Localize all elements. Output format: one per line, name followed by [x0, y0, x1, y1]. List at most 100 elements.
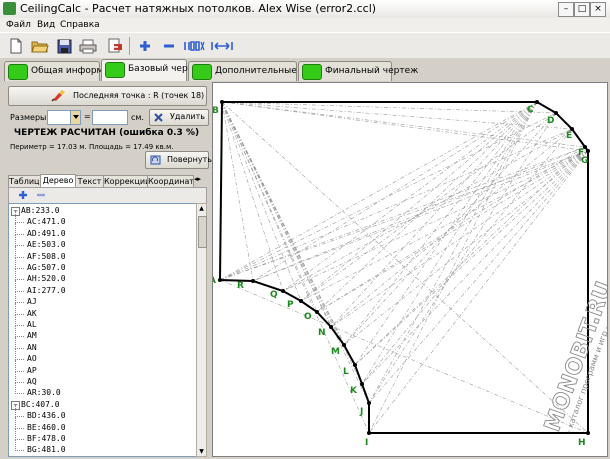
zoom-in-button[interactable] — [136, 37, 154, 55]
tree-item-label: AF:508.0 — [27, 251, 66, 261]
watermark: MONOBIT.RU- каталог программ и игр - — [540, 278, 610, 435]
menu-file[interactable]: Файл — [6, 20, 31, 30]
tab-base-drawing[interactable]: Базовый чертеж — [101, 59, 207, 81]
construction-line — [282, 150, 589, 292]
tree-item-label: AQ — [27, 377, 37, 386]
construction-line — [316, 146, 586, 313]
vertex-marker — [586, 431, 590, 435]
app-icon — [3, 2, 16, 15]
perimeter-area: Периметр = 17.03 м. Площадь = 17.49 кв.м… — [10, 143, 174, 151]
tab-status-indicator — [192, 64, 212, 80]
ceiling-drawing[interactable]: ABCDEFGHIJKLMNOPQRMONOBIT.RU- каталог пр… — [209, 83, 610, 456]
subtab-coordinates[interactable]: Координаты — [147, 175, 194, 187]
tree-item-label: BC:407.0 — [21, 399, 60, 409]
window-title: CeilingCalc - Расчет натяжных потолков. … — [20, 2, 377, 15]
tab-general-info[interactable]: Общая информация — [4, 61, 126, 81]
construction-line — [219, 112, 557, 281]
new-file-button[interactable] — [7, 37, 25, 55]
tree-item-label: AO — [27, 354, 37, 364]
close-button[interactable]: × — [590, 2, 606, 17]
export-button[interactable] — [106, 37, 124, 55]
drawing-canvas[interactable]: ABCDEFGHIJKLMNOPQRMONOBIT.RU- каталог пр… — [209, 82, 610, 457]
open-folder-icon — [31, 41, 49, 53]
construction-line — [221, 101, 370, 434]
tree-connector — [15, 268, 24, 281]
tree-connector — [15, 382, 24, 395]
tree-item-label: AM — [27, 331, 37, 341]
unit-label: см. — [131, 113, 144, 122]
sizes-label: Размеры — [10, 113, 47, 122]
tree-item-label: AC:471.0 — [27, 217, 66, 227]
scroll-down-arrow[interactable]: ▼ — [197, 447, 206, 456]
maximize-button[interactable]: □ — [574, 2, 590, 17]
delete-icon — [154, 113, 163, 122]
tree-connector — [15, 348, 24, 361]
construction-line — [330, 101, 538, 328]
vertex-marker — [251, 279, 255, 283]
construction-line — [368, 101, 538, 434]
subtab-corrections[interactable]: Коррекции — [103, 175, 150, 187]
construction-line — [221, 101, 254, 282]
last-point-button[interactable]: Последняя точка : R (точек 18) — [8, 86, 207, 106]
tree-item-label: AL — [27, 320, 37, 329]
add-icon[interactable] — [18, 190, 28, 200]
save-button[interactable] — [55, 37, 73, 55]
delete-button[interactable]: Удалить — [149, 109, 209, 126]
tree-connector — [15, 211, 24, 224]
vertex-label: H — [578, 438, 586, 448]
construction-line — [343, 150, 589, 346]
remove-icon[interactable] — [36, 190, 46, 200]
tab-additional-shapes[interactable]: Дополнительные формы — [188, 61, 332, 81]
subtab-tree[interactable]: Дерево — [40, 174, 76, 187]
tree-item-label: BE:460.0 — [27, 422, 66, 432]
vertex-label: Q — [270, 290, 278, 300]
fit-width-button[interactable] — [210, 37, 234, 55]
print-icon — [79, 39, 97, 53]
subtab-table[interactable]: Таблица — [8, 175, 44, 187]
zoom-out-button[interactable] — [160, 37, 178, 55]
tree-connector — [15, 234, 24, 247]
tree-connector — [15, 405, 24, 418]
construction-line — [221, 101, 302, 302]
chevron-down-icon[interactable] — [70, 111, 80, 124]
brush-icon — [51, 90, 65, 102]
tree-connector — [15, 291, 24, 304]
scroll-up-arrow[interactable]: ▲ — [197, 204, 206, 213]
tree-connector — [15, 325, 24, 338]
subtab-scroll-arrows[interactable]: ◂▸ — [194, 175, 208, 186]
menu-help[interactable]: Справка — [60, 20, 100, 30]
subtab-text[interactable]: Текст — [75, 175, 104, 187]
tree-connector — [15, 257, 24, 269]
vertex-marker — [535, 100, 539, 104]
tab-final-drawing[interactable]: Финальный чертеж — [298, 61, 418, 81]
menu-view[interactable]: Вид — [37, 20, 55, 30]
size-value-input[interactable] — [92, 110, 128, 125]
scroll-thumb[interactable] — [198, 216, 207, 248]
title-bar: CeilingCalc - Расчет натяжных потолков. … — [0, 0, 610, 19]
construction-line — [221, 101, 589, 434]
print-button[interactable] — [79, 37, 97, 55]
construction-line — [221, 101, 557, 114]
tree-connector — [15, 336, 24, 349]
vertex-label: K — [350, 386, 358, 396]
construction-line — [219, 279, 589, 434]
tree-scrollbar[interactable]: ▲ ▼ — [196, 203, 207, 457]
segment-tree: − AB:233.0 AC:471.0 AD:491.0 AE:503.0 AF:508.… — [8, 203, 198, 457]
tab-status-indicator — [105, 62, 125, 78]
tree-item-label: AN — [27, 342, 37, 352]
vertex-label: G — [581, 156, 588, 166]
tree-connector — [15, 245, 24, 258]
vertex-label: C — [527, 105, 534, 115]
tree-item-label: AI:277.0 — [27, 285, 66, 295]
zoom-100-button[interactable] — [183, 37, 205, 55]
tree-connector — [15, 428, 24, 440]
construction-line — [221, 101, 370, 404]
tree-connector — [15, 439, 24, 452]
view-subtabs: Таблица Дерево Текст Коррекции Координат… — [8, 174, 209, 187]
minimize-button[interactable]: – — [558, 2, 574, 17]
tab-status-indicator — [302, 64, 322, 80]
rotate-button[interactable]: Повернуть — [145, 151, 212, 169]
open-button[interactable] — [31, 37, 49, 55]
construction-line — [354, 150, 589, 366]
size-segment-select[interactable] — [47, 110, 81, 125]
